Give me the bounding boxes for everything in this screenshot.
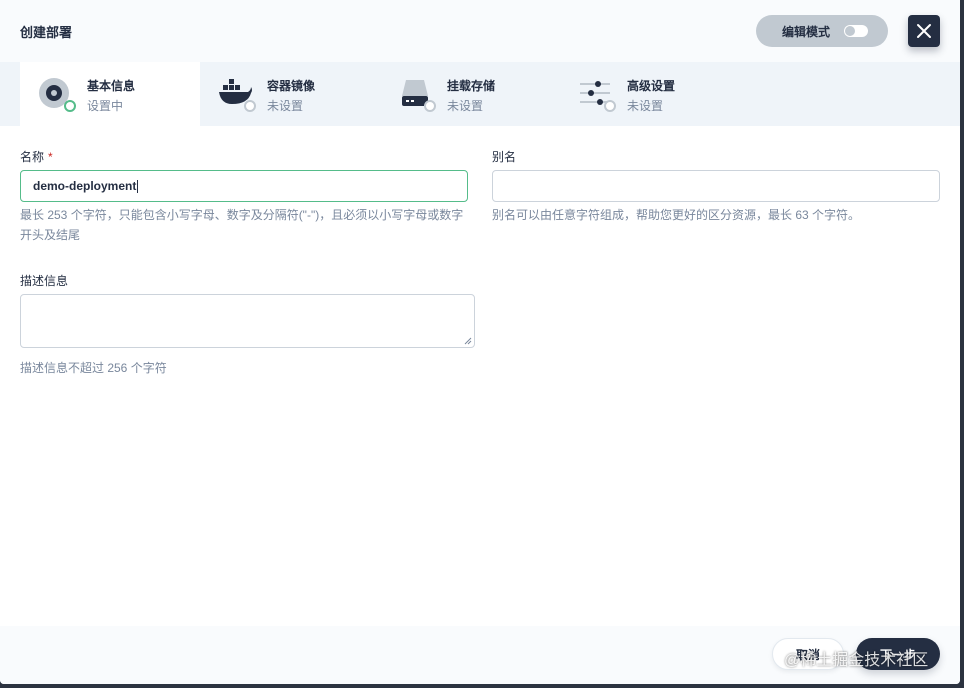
edit-mode-label: 编辑模式	[782, 24, 831, 39]
description-textarea[interactable]	[20, 294, 475, 348]
description-label: 描述信息	[20, 274, 69, 288]
tab-basic-info[interactable]: 基本信息 设置中	[20, 62, 200, 126]
tab-label: 容器镜像	[267, 79, 316, 93]
close-icon	[917, 24, 931, 38]
dialog-header: 创建部署 编辑模式	[0, 0, 960, 62]
tab-advanced-settings[interactable]: 高级设置 未设置	[560, 62, 740, 126]
tab-container-image[interactable]: 容器镜像 未设置	[200, 62, 380, 126]
tab-label: 挂载存储	[447, 79, 496, 93]
step-status-dot	[244, 100, 256, 112]
alias-hint: 别名可以由任意字符组成，帮助您更好的区分资源，最长 63 个字符。	[492, 208, 861, 222]
step-status-dot	[604, 100, 616, 112]
watermark: @稀土掘金技术社区	[784, 652, 929, 669]
name-input-value: demo-deployment	[33, 179, 137, 193]
name-label: 名称 *	[20, 148, 53, 165]
step-status-dot	[64, 100, 76, 112]
create-deployment-dialog: 创建部署 编辑模式 基本信息 设置中 容器镜像 未设置 挂载存储 未设置 高级设…	[0, 0, 960, 684]
close-button[interactable]	[908, 15, 940, 47]
step-status-dot	[424, 100, 436, 112]
resize-handle-icon[interactable]	[464, 337, 472, 345]
tab-status-text: 设置中	[87, 99, 124, 113]
required-mark: *	[48, 150, 53, 164]
tab-status-text: 未设置	[267, 99, 304, 113]
name-label-text: 名称	[20, 150, 45, 164]
alias-label: 别名	[492, 150, 517, 164]
alias-input[interactable]	[492, 170, 940, 202]
text-caret	[137, 180, 139, 194]
description-hint: 描述信息不超过 256 个字符	[20, 361, 167, 375]
dialog-title: 创建部署	[20, 25, 73, 40]
tab-label: 高级设置	[627, 79, 676, 93]
step-tabs: 基本信息 设置中 容器镜像 未设置 挂载存储 未设置 高级设置 未设置	[0, 62, 960, 126]
name-input[interactable]: demo-deployment	[20, 170, 468, 202]
edit-mode-toggle[interactable]: 编辑模式	[756, 15, 888, 47]
tab-label: 基本信息	[87, 79, 136, 93]
tab-status-text: 未设置	[447, 99, 484, 113]
tab-status-text: 未设置	[627, 99, 664, 113]
name-hint: 最长 253 个字符，只能包含小写字母、数字及分隔符("-")，且必须以小写字母…	[20, 208, 464, 242]
tab-mount-storage[interactable]: 挂载存储 未设置	[380, 62, 560, 126]
toggle-switch[interactable]	[844, 25, 868, 37]
